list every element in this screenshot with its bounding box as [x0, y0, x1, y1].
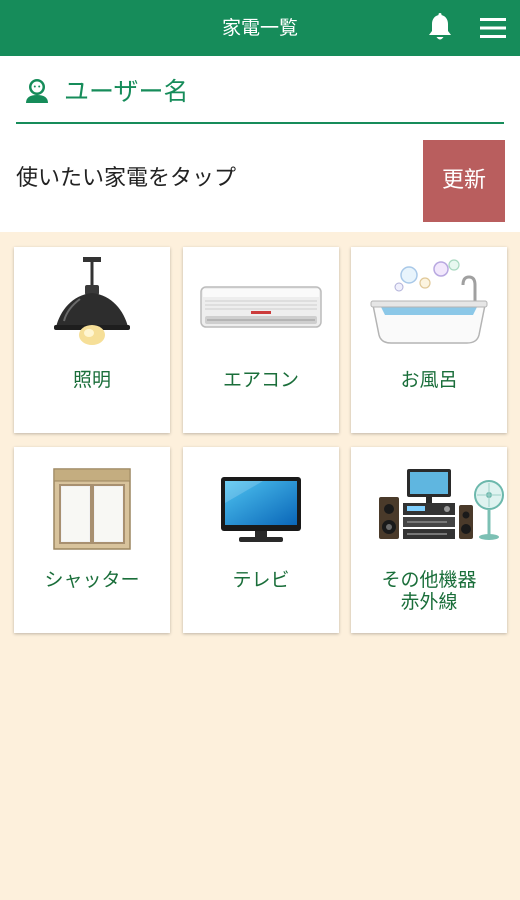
appliance-label: お風呂	[400, 369, 458, 391]
appliance-tile-air-conditioner[interactable]: エアコン	[183, 247, 339, 433]
user-row[interactable]: ユーザー名	[16, 56, 504, 124]
appliance-label: テレビ	[232, 569, 290, 591]
appliance-tile-shutter[interactable]: シャッター	[14, 447, 170, 633]
appliance-tile-tv[interactable]: テレビ	[183, 447, 339, 633]
appliance-label: その他機器 赤外線	[381, 569, 477, 613]
bell-icon[interactable]	[424, 12, 456, 44]
stereo-and-fan-icon	[379, 469, 504, 540]
appliance-tile-lighting[interactable]: 照明	[14, 247, 170, 433]
user-icon	[26, 79, 48, 103]
appliance-tile-other-ir[interactable]: その他機器 赤外線	[351, 447, 507, 633]
appliance-label: シャッター	[44, 569, 140, 591]
refresh-button[interactable]: 更新	[423, 140, 505, 222]
user-name: ユーザー名	[64, 77, 189, 106]
appliance-label: 照明	[72, 369, 111, 391]
television-icon	[221, 477, 301, 542]
app-bar: 家電一覧	[0, 0, 520, 56]
hamburger-menu-icon[interactable]	[478, 14, 508, 42]
instruction-text: 使いたい家電をタップ	[16, 166, 237, 191]
user-panel: ユーザー名 使いたい家電をタップ 更新	[0, 56, 520, 232]
pendant-lamp-icon	[54, 257, 130, 345]
air-conditioner-icon	[200, 286, 322, 328]
appliance-tile-bath[interactable]: お風呂	[351, 247, 507, 433]
shutter-window-icon	[53, 468, 131, 550]
appliance-label: エアコン	[222, 369, 299, 391]
bathtub-icon	[370, 259, 488, 344]
